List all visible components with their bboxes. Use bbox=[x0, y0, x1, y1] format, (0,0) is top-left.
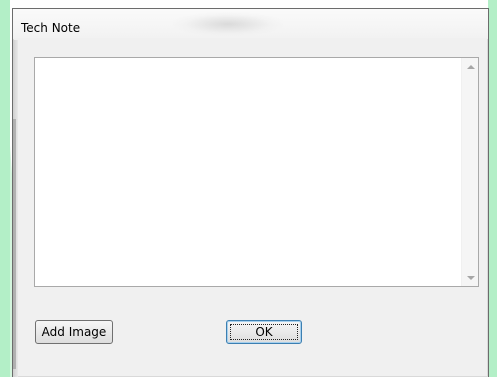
tech-note-dialog: Tech Note Add Image OK bbox=[12, 8, 489, 377]
scroll-up-arrow-icon bbox=[466, 64, 475, 69]
dialog-left-edge-shadow bbox=[13, 119, 16, 369]
background-stripe-right bbox=[488, 0, 497, 377]
ok-button-label: OK bbox=[255, 325, 273, 339]
scroll-up-button[interactable] bbox=[462, 58, 479, 75]
scroll-down-button[interactable] bbox=[462, 269, 479, 286]
scroll-down-arrow-icon bbox=[466, 275, 475, 280]
vertical-scrollbar[interactable] bbox=[461, 58, 478, 286]
ok-button[interactable]: OK bbox=[226, 320, 302, 344]
dialog-title: Tech Note bbox=[21, 21, 81, 35]
note-text-area-frame bbox=[34, 57, 479, 287]
add-image-button[interactable]: Add Image bbox=[35, 320, 113, 344]
background-stripe-left bbox=[0, 0, 10, 377]
title-bar-smudge bbox=[173, 12, 283, 36]
add-image-button-label: Add Image bbox=[41, 325, 107, 339]
note-text-area[interactable] bbox=[35, 58, 461, 286]
title-bar[interactable]: Tech Note bbox=[13, 9, 488, 39]
